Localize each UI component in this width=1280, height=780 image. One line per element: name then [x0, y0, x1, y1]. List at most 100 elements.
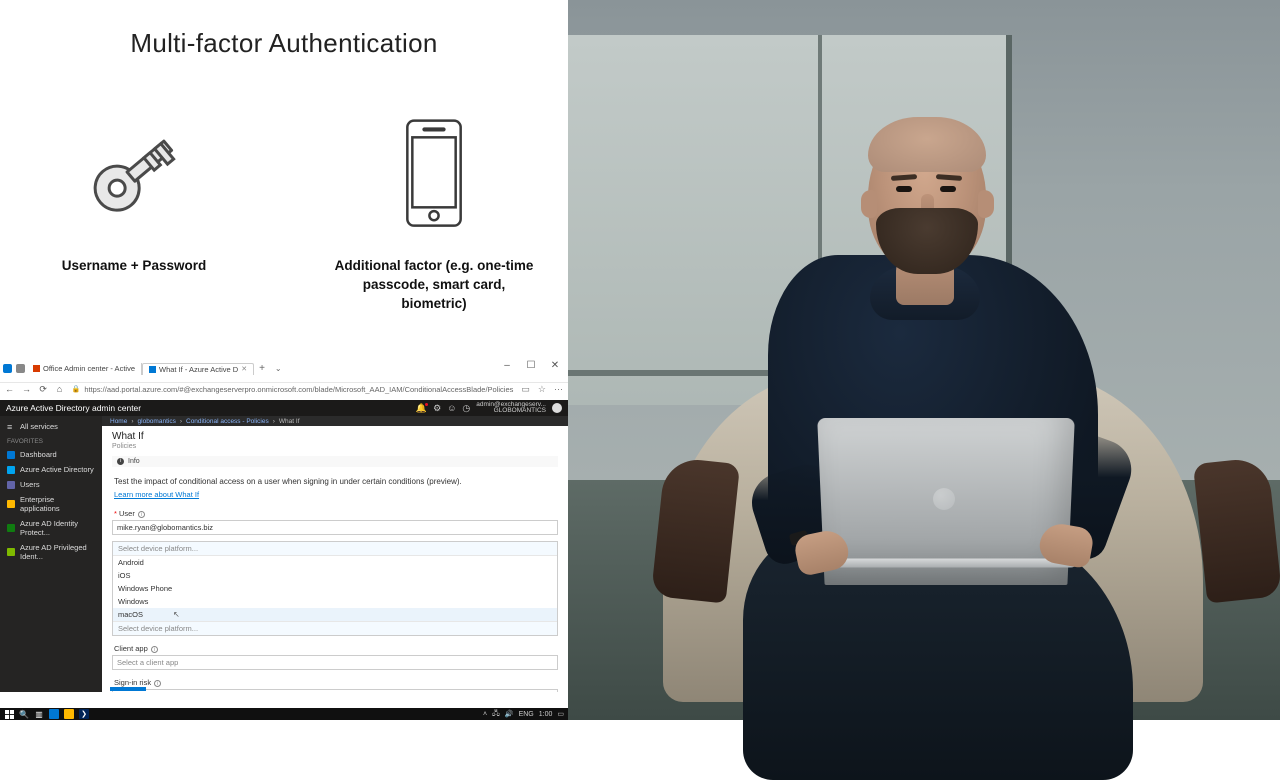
aad-icon	[7, 466, 15, 474]
tab-label: Office Admin center - Active	[43, 364, 135, 373]
sidebar-all-services[interactable]: ≡ All services	[0, 419, 102, 434]
reading-view-icon[interactable]: ▭	[521, 384, 530, 395]
mfa-factor-additional: Additional factor (e.g. one-time passcod…	[329, 109, 539, 314]
presenter-photo	[568, 0, 1280, 720]
learn-more-link[interactable]: Learn more about What If	[114, 490, 199, 499]
mfa-label-additional: Additional factor (e.g. one-time passcod…	[329, 257, 539, 314]
address-bar: ← → ⟳ ⌂ 🔒 https://aad.portal.azure.com/#…	[0, 382, 568, 395]
tab-what-if[interactable]: What If - Azure Active D ✕	[142, 363, 254, 375]
sidebar-label: All services	[20, 422, 58, 431]
dashboard-icon	[7, 451, 15, 459]
client-app-label: Client app i	[114, 644, 556, 653]
browser-window: – ☐ ✕ Office Admin center - Active What …	[0, 360, 568, 720]
dropdown-footer[interactable]: Select device platform...	[113, 621, 557, 635]
help-icon[interactable]: ☺	[447, 403, 456, 413]
sidebar-label: Dashboard	[20, 450, 57, 459]
sidebar-aad[interactable]: Azure Active Directory	[0, 462, 102, 477]
notifications-icon[interactable]: 🔔	[416, 403, 427, 414]
dropdown-option-windows[interactable]: Windows	[113, 595, 557, 608]
dropdown-option-windows-phone[interactable]: Windows Phone	[113, 582, 557, 595]
explorer-taskbar-icon[interactable]	[64, 709, 74, 719]
pim-icon	[7, 548, 15, 556]
primary-button[interactable]	[110, 687, 146, 691]
breadcrumb: Home› globomantics› Conditional access -…	[102, 416, 568, 426]
user-input[interactable]: mike.ryan@globomantics.biz	[112, 520, 558, 535]
edge-icon[interactable]	[3, 364, 12, 373]
breadcrumb-home[interactable]: Home	[110, 418, 127, 425]
refresh-button[interactable]: ⟳	[39, 384, 47, 395]
tab-label: What If - Azure Active D	[159, 365, 238, 374]
tab-menu-icon[interactable]: ⌄	[270, 364, 287, 373]
tray-volume-icon[interactable]: 🔊	[505, 710, 514, 718]
blade-title: What If	[112, 431, 558, 442]
signin-risk-label: Sign-in risk i	[114, 678, 556, 687]
tray-network-icon[interactable]: 🖧	[492, 709, 500, 720]
url-input[interactable]: 🔒 https://aad.portal.azure.com/#@exchang…	[72, 385, 514, 394]
info-bar[interactable]: i Info	[112, 456, 558, 467]
cursor-icon: ↖	[173, 610, 180, 619]
sidebar-pim[interactable]: Azure AD Privileged Ident...	[0, 540, 102, 564]
tab-preview-icon[interactable]	[16, 364, 25, 373]
dropdown-search[interactable]: Select device platform...	[113, 542, 557, 556]
more-icon[interactable]: ⋯	[554, 384, 563, 395]
slide-title: Multi-factor Authentication	[0, 28, 568, 59]
office-favicon-icon	[33, 365, 40, 372]
tray-lang[interactable]: ENG	[519, 711, 534, 718]
breadcrumb-current: What If	[279, 418, 300, 425]
dropdown-option-android[interactable]: Android	[113, 556, 557, 569]
left-panel: Multi-factor Authentication Username +	[0, 0, 568, 720]
account-tenant: GLOBOMANTICS	[476, 408, 546, 415]
avatar[interactable]	[552, 403, 562, 413]
info-icon[interactable]: i	[154, 680, 161, 687]
sidebar-favorites-header: FAVORITES	[0, 434, 102, 447]
search-icon[interactable]: 🔍	[19, 709, 29, 719]
tab-office-admin[interactable]: Office Admin center - Active	[27, 363, 142, 375]
shield-icon	[7, 524, 15, 532]
window-controls: – ☐ ✕	[500, 360, 568, 370]
url-text: https://aad.portal.azure.com/#@exchanges…	[84, 385, 513, 394]
breadcrumb-tenant[interactable]: globomantics	[138, 418, 176, 425]
titlebar-icons	[3, 364, 25, 373]
tray-time[interactable]: 1:00	[539, 711, 553, 718]
tab-strip: Office Admin center - Active What If - A…	[27, 362, 287, 375]
phone-icon	[369, 109, 499, 239]
breadcrumb-policies[interactable]: Conditional access - Policies	[186, 418, 269, 425]
tab-close-icon[interactable]: ✕	[241, 365, 247, 373]
settings-icon[interactable]: ⚙	[433, 403, 441, 414]
sidebar-identity-protection[interactable]: Azure AD Identity Protect...	[0, 516, 102, 540]
info-icon[interactable]: i	[151, 646, 158, 653]
mfa-label-password: Username + Password	[62, 257, 206, 276]
account-info[interactable]: admin@exchangeserv... GLOBOMANTICS	[476, 402, 546, 415]
tray-notifications-icon[interactable]: ▭	[557, 710, 564, 718]
info-label: Info	[128, 458, 140, 465]
powershell-taskbar-icon[interactable]: ❯	[79, 709, 89, 719]
dropdown-option-macos[interactable]: macOS↖	[113, 608, 557, 621]
feedback-icon[interactable]: ◷	[462, 403, 470, 414]
info-icon[interactable]: i	[138, 511, 145, 518]
dropdown-option-ios[interactable]: iOS	[113, 569, 557, 582]
home-button[interactable]: ⌂	[55, 384, 63, 394]
tray-chevron-icon[interactable]: ˄	[483, 711, 487, 718]
new-tab-button[interactable]: +	[254, 363, 270, 374]
signin-risk-input[interactable]: Select sign-in risk...	[112, 689, 558, 692]
maximize-button[interactable]: ☐	[524, 360, 538, 370]
edge-taskbar-icon[interactable]	[49, 709, 59, 719]
sidebar-dashboard[interactable]: Dashboard	[0, 447, 102, 462]
blade-subtitle: Policies	[112, 443, 558, 450]
start-button[interactable]	[4, 709, 14, 719]
back-button[interactable]: ←	[5, 384, 14, 394]
client-app-input[interactable]: Select a client app	[112, 655, 558, 670]
lock-icon: 🔒	[72, 385, 81, 393]
sidebar-users[interactable]: Users	[0, 477, 102, 492]
sidebar-label: Azure AD Privileged Ident...	[20, 543, 95, 561]
apps-icon	[7, 500, 15, 508]
close-button[interactable]: ✕	[548, 360, 562, 370]
minimize-button[interactable]: –	[500, 360, 514, 370]
favorites-icon[interactable]: ☆	[538, 384, 546, 395]
forward-button[interactable]: →	[22, 384, 31, 394]
sidebar-enterprise-apps[interactable]: Enterprise applications	[0, 492, 102, 516]
task-view-icon[interactable]: ▥	[34, 709, 44, 719]
blade-description: Test the impact of conditional access on…	[114, 477, 556, 486]
device-platform-dropdown: Select device platform... Android iOS Wi…	[112, 541, 558, 636]
blade-what-if: What If Policies i Info Test the impact …	[102, 426, 568, 692]
